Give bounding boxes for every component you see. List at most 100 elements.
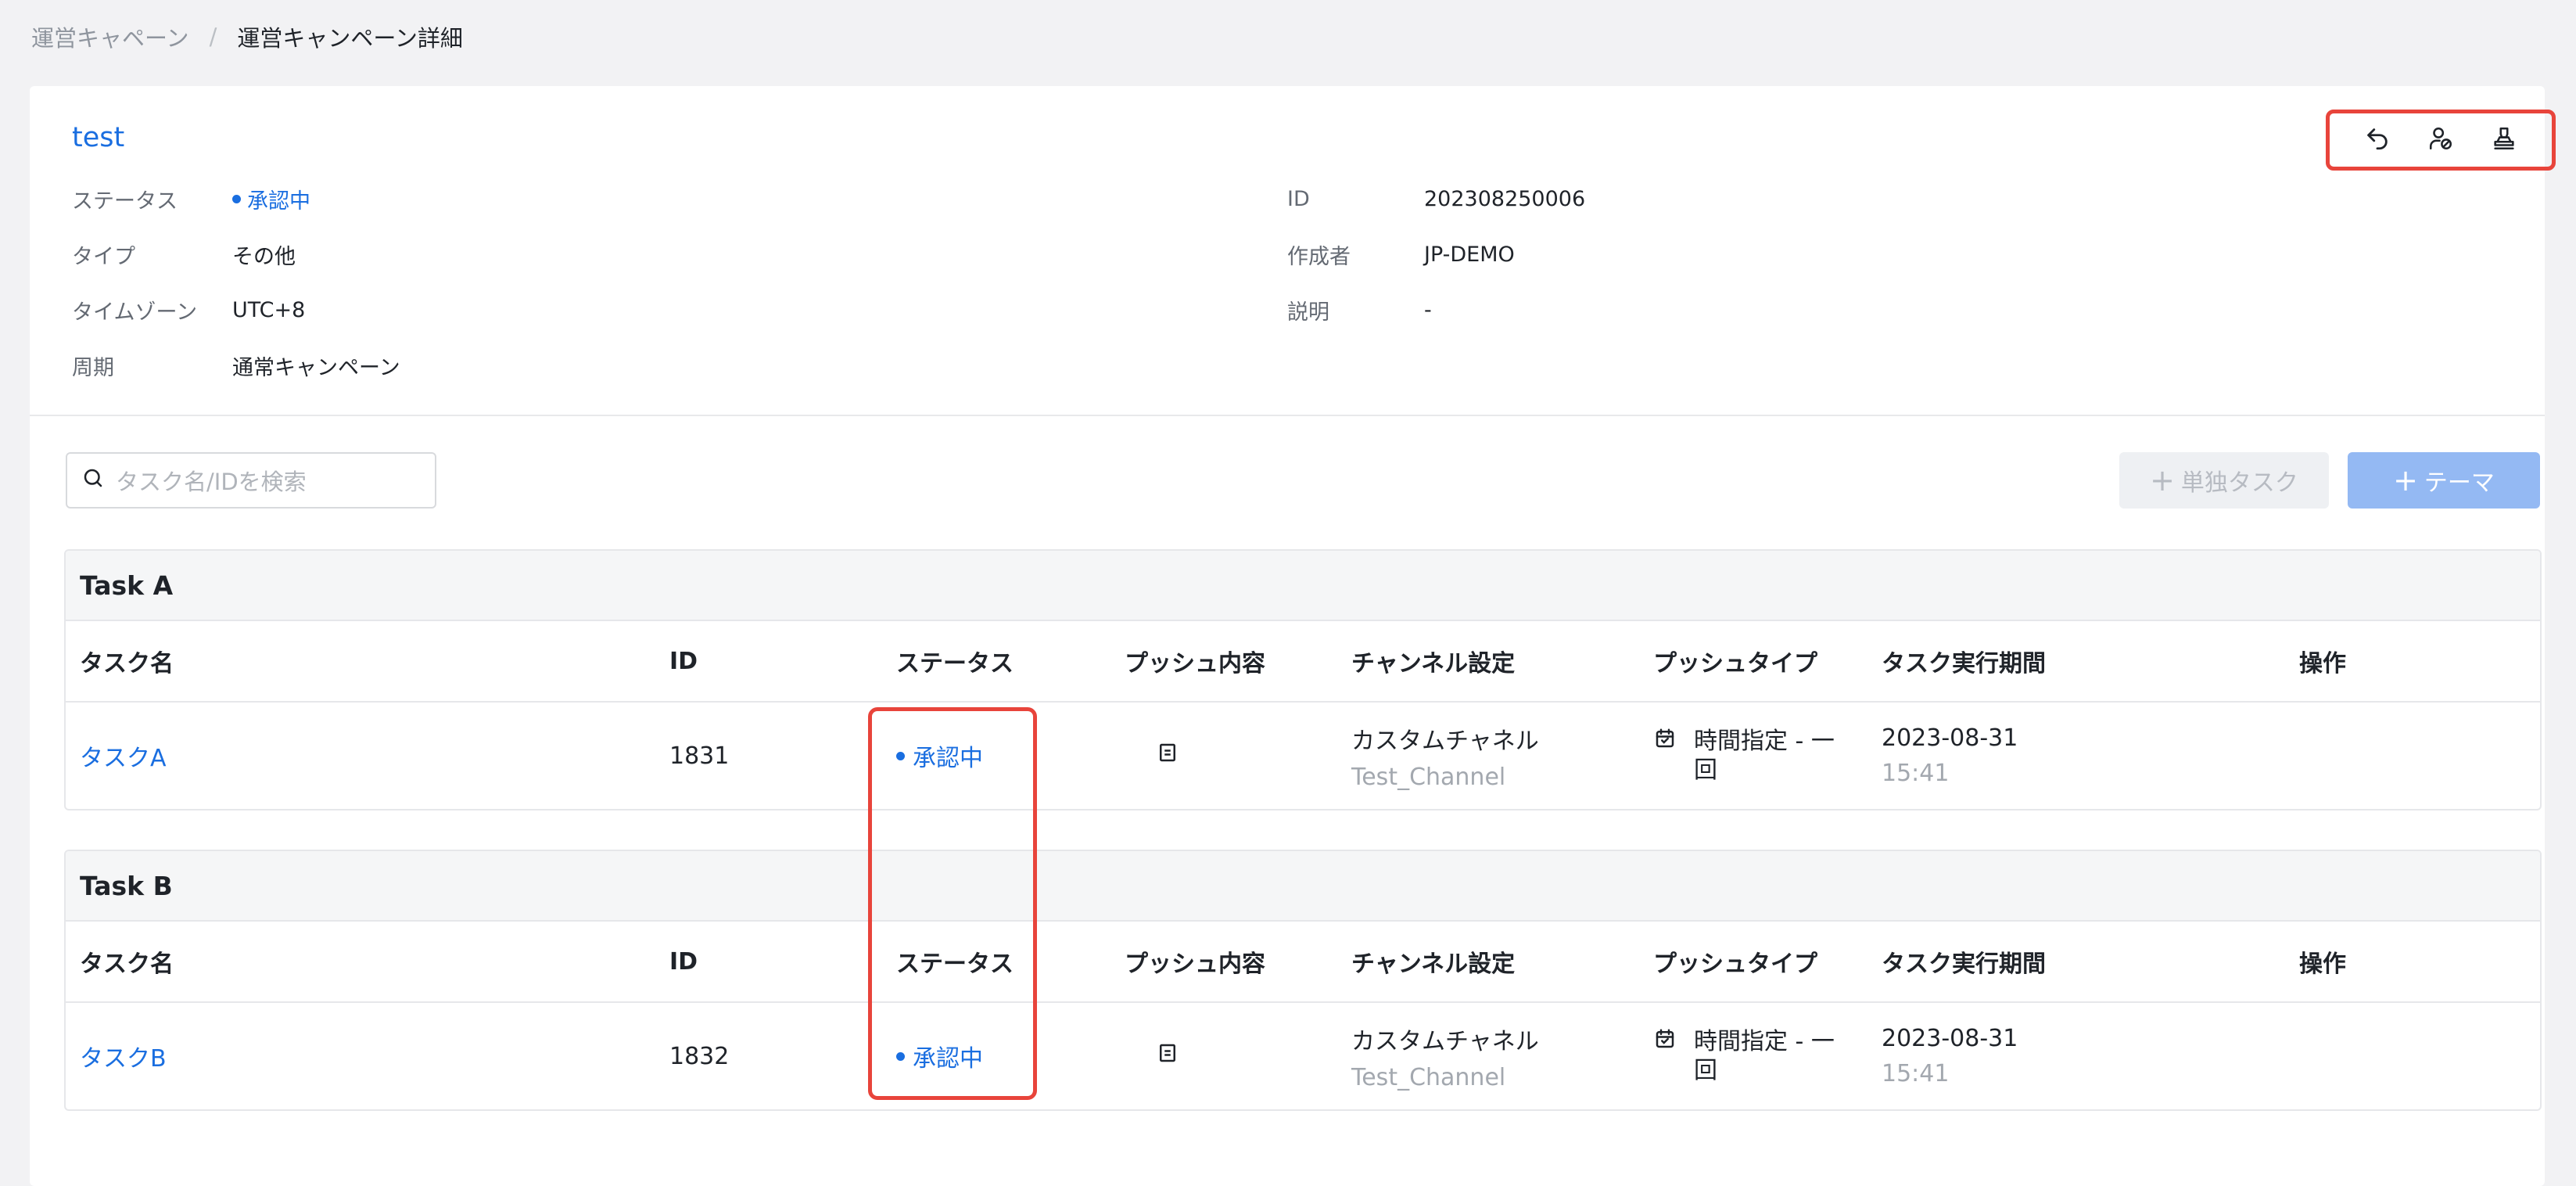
status-badge: 承認中 [896, 1003, 983, 1109]
info-label: タイムゾーン [72, 300, 198, 325]
status-dot [232, 194, 241, 203]
info-label: ステータス [72, 189, 178, 214]
channel-name: カスタムチャネル [1351, 727, 1539, 755]
status-dot [896, 1051, 905, 1061]
task-id: 1831 [669, 742, 730, 770]
channel-cell: カスタムチャネル Test_Channel [1351, 1003, 1539, 1109]
info-label: ID [1287, 186, 1310, 211]
period-date: 2023-08-31 [1882, 724, 2018, 752]
breadcrumb-parent[interactable]: 運営キャペーン [31, 20, 189, 53]
column-header: プッシュタイプ [1653, 951, 1817, 978]
column-header: 操作 [2299, 650, 2346, 677]
push-type-cell: 時間指定 - 一回 [1653, 1003, 1842, 1109]
task-group-a: Task A タスク名 ID ステータス プッシュ内容 チャンネル設定 プッシュ… [64, 549, 2542, 810]
column-header: タスク実行期間 [1882, 650, 2046, 677]
document-icon [1156, 741, 1179, 771]
info-description: 説明 - [1287, 294, 1432, 325]
section-divider [30, 415, 2545, 416]
push-content-button[interactable] [1156, 1003, 1179, 1109]
plus-icon: + [2393, 463, 2418, 498]
info-value: 202308250006 [1424, 186, 1586, 211]
info-id: ID 202308250006 [1287, 183, 1585, 214]
task-group-b: Task B タスク名 ID ステータス プッシュ内容 チャンネル設定 プッシュ… [64, 850, 2542, 1111]
campaign-card: test ステータス 承認中 タイプ その他 タイムゾーン UTC+8 周期 通… [30, 86, 2556, 1186]
info-label: 説明 [1287, 300, 1329, 325]
column-header: 操作 [2299, 951, 2346, 978]
task-id: 1832 [669, 1042, 730, 1070]
approve-button[interactable] [2486, 122, 2522, 158]
info-value: UTC+8 [232, 297, 306, 322]
column-header: チャンネル設定 [1351, 650, 1516, 677]
status-text: 承認中 [913, 1045, 983, 1073]
channel-sub: Test_Channel [1351, 763, 1506, 791]
period-cell: 2023-08-31 15:41 [1882, 703, 2018, 809]
channel-cell: カスタムチャネル Test_Channel [1351, 703, 1539, 809]
push-type-text: 時間指定 - 一回 [1694, 727, 1835, 785]
period-time: 15:41 [1882, 1060, 1950, 1087]
status-badge: 承認中 [232, 184, 310, 214]
info-creator: 作成者 JP-DEMO [1287, 239, 1515, 270]
info-value: - [1424, 297, 1432, 322]
info-timezone: タイムゾーン UTC+8 [72, 294, 305, 325]
single-task-label: 単独タスク [2180, 469, 2298, 497]
info-status: ステータス 承認中 [72, 183, 310, 214]
calendar-icon [1653, 727, 1677, 757]
status-badge: 承認中 [896, 703, 983, 809]
task-group-title: Task B [66, 851, 2540, 922]
info-type: タイプ その他 [72, 239, 296, 270]
period-cell: 2023-08-31 15:41 [1882, 1003, 2018, 1109]
push-content-button[interactable] [1156, 703, 1179, 809]
task-group-title: Task A [66, 551, 2540, 621]
table-row: タスクA 1831 承認中 カスタムチャネル Test_Channel 時間指定… [66, 703, 2540, 809]
document-icon [1156, 1041, 1179, 1071]
info-value: 通常キャンペーン [232, 355, 400, 380]
status-dot [896, 751, 905, 760]
stamp-icon [2491, 125, 2517, 155]
column-header: ステータス [896, 650, 1014, 677]
task-name-link[interactable]: タスクB [80, 1003, 167, 1109]
status-text: 承認中 [247, 189, 310, 214]
column-header: チャンネル設定 [1351, 951, 1516, 978]
channel-sub: Test_Channel [1351, 1063, 1506, 1091]
user-block-icon [2427, 125, 2454, 155]
breadcrumb: 運営キャペーン / 運営キャンペーン詳細 [31, 20, 463, 53]
column-header: ID [669, 947, 698, 976]
channel-name: カスタムチャネル [1351, 1027, 1539, 1055]
column-header: タスク名 [80, 650, 174, 677]
search-placeholder: タスク名/IDを検索 [116, 469, 307, 495]
period-date: 2023-08-31 [1882, 1025, 2018, 1052]
column-header: プッシュ内容 [1125, 951, 1265, 978]
task-name-link[interactable]: タスクA [80, 703, 167, 809]
breadcrumb-current: 運営キャンペーン詳細 [237, 25, 463, 52]
column-header: プッシュ内容 [1125, 650, 1265, 677]
reject-button[interactable] [2423, 122, 2459, 158]
add-theme-button[interactable]: + テーマ [2348, 452, 2540, 509]
column-header: ステータス [896, 951, 1014, 978]
search-icon [81, 466, 105, 495]
info-value: JP-DEMO [1424, 242, 1515, 267]
add-single-task-button[interactable]: + 単独タスク [2119, 452, 2329, 509]
action-toolbar [2326, 110, 2556, 171]
column-header: タスク名 [80, 951, 174, 978]
undo-button[interactable] [2359, 122, 2395, 158]
info-label: タイプ [72, 244, 135, 269]
calendar-icon [1653, 1027, 1677, 1057]
undo-icon [2364, 125, 2391, 155]
search-input[interactable]: タスク名/IDを検索 [66, 452, 436, 509]
info-cycle: 周期 通常キャンペーン [72, 350, 400, 381]
table-header: タスク名 ID ステータス プッシュ内容 チャンネル設定 プッシュタイプ タスク… [66, 922, 2540, 1003]
table-row: タスクB 1832 承認中 カスタムチャネル Test_Channel 時間指定… [66, 1003, 2540, 1109]
table-header: タスク名 ID ステータス プッシュ内容 チャンネル設定 プッシュタイプ タスク… [66, 621, 2540, 703]
info-label: 周期 [72, 355, 114, 380]
column-header: タスク実行期間 [1882, 951, 2046, 978]
breadcrumb-separator: / [209, 23, 217, 50]
campaign-title[interactable]: test [72, 122, 124, 153]
plus-icon: + [2150, 463, 2175, 498]
column-header: プッシュタイプ [1653, 650, 1817, 677]
status-text: 承認中 [913, 745, 983, 772]
push-type-cell: 時間指定 - 一回 [1653, 703, 1842, 809]
column-header: ID [669, 647, 698, 675]
theme-label: テーマ [2424, 469, 2495, 497]
info-label: 作成者 [1287, 244, 1351, 269]
push-type-text: 時間指定 - 一回 [1694, 1027, 1835, 1085]
